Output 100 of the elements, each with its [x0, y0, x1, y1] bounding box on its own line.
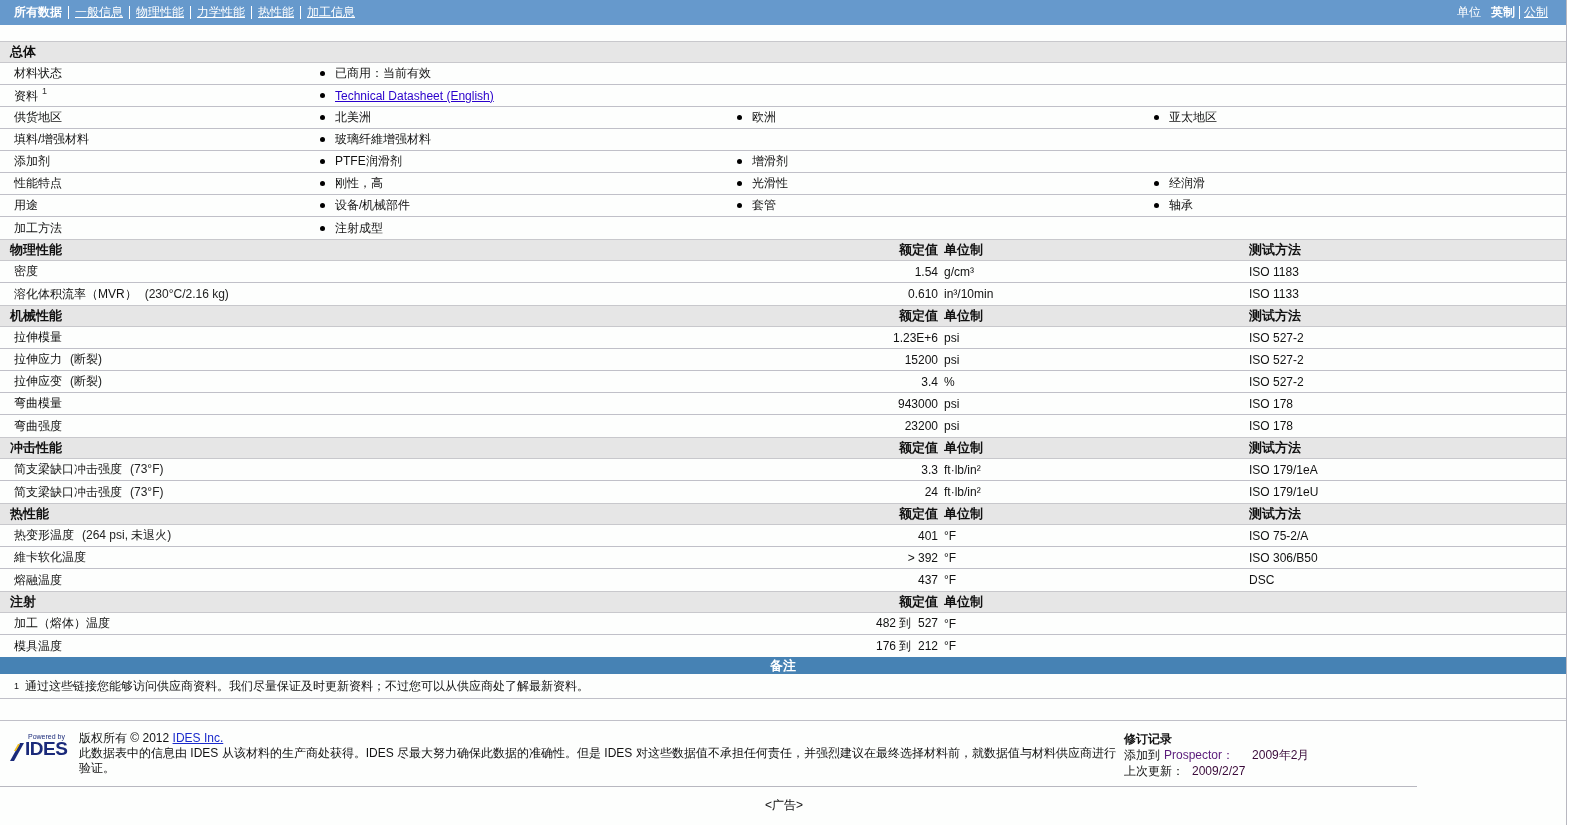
bullet-icon	[320, 159, 325, 164]
column-header: 单位制	[944, 440, 983, 455]
nav-tab[interactable]: 物理性能	[129, 6, 190, 19]
property-value: 轴承	[1169, 197, 1193, 214]
test-method: ISO 178	[1249, 419, 1294, 433]
property-value: 23200	[904, 419, 938, 433]
test-condition: (断裂)	[70, 352, 102, 366]
property-label: 拉伸应力	[14, 352, 62, 366]
nav-tab[interactable]: 加工信息	[300, 6, 361, 19]
property-label: 溶化体积流率（MVR）	[14, 286, 137, 301]
property-value: 亚太地区	[1169, 109, 1217, 126]
property-value: 欧洲	[752, 109, 776, 126]
column-header: 额定值	[899, 440, 938, 455]
property-value: 401	[917, 528, 938, 543]
unit-text: psi	[944, 352, 960, 367]
column-header: 测试方法	[1249, 506, 1301, 521]
property-value: 176 到 212	[875, 638, 938, 653]
unit-text: °F	[944, 573, 957, 587]
datasheet-link[interactable]: Technical Datasheet (English)	[335, 88, 494, 103]
nav-tab[interactable]: 所有数据	[14, 6, 68, 19]
revision-source: Prospector：	[1164, 748, 1235, 762]
property-label: 添加剂	[14, 154, 50, 168]
logo-text: IDES	[25, 739, 68, 759]
column-header: 单位制	[944, 506, 983, 521]
footnote-mark: 1	[42, 86, 47, 96]
property-value: 套管	[752, 197, 776, 214]
property-value: 943000	[897, 396, 938, 411]
test-method: DSC	[1249, 573, 1275, 587]
column-header: 额定值	[899, 506, 938, 521]
test-method: ISO 179/1eA	[1249, 462, 1318, 477]
property-value: PTFE润滑剂	[335, 153, 402, 170]
column-header: 测试方法	[1249, 308, 1301, 323]
unit-text: in³/10min	[944, 287, 994, 301]
copyright-label: 版权所有	[79, 731, 127, 745]
revision-title: 修订记录	[1124, 732, 1172, 746]
property-label: 填料/增强材料	[14, 132, 90, 146]
property-value: 注射成型	[335, 219, 383, 237]
bullet-icon	[320, 115, 325, 120]
test-method: ISO 75-2/A	[1249, 528, 1309, 543]
property-value: 光滑性	[752, 175, 788, 192]
test-method: ISO 306/B50	[1249, 550, 1318, 565]
bullet-icon	[737, 159, 742, 164]
unit-text: psi	[944, 419, 960, 433]
property-value: 经润滑	[1169, 175, 1205, 192]
column-header: 单位制	[944, 594, 983, 609]
unit-text: °F	[944, 550, 957, 565]
property-label: 简支梁缺口冲击强度	[14, 484, 122, 499]
property-value: 437	[917, 573, 938, 587]
revision-label: 添加到	[1124, 748, 1160, 762]
property-label: 简支梁缺口冲击强度	[14, 462, 122, 476]
test-condition: (断裂)	[70, 374, 102, 388]
bullet-icon	[320, 71, 325, 76]
company-link[interactable]: IDES Inc.	[172, 731, 224, 745]
section-title: 热性能	[10, 506, 49, 521]
section-title: 机械性能	[10, 308, 62, 323]
units-label: 单位	[1457, 4, 1481, 21]
bullet-icon	[1154, 181, 1159, 186]
property-value: 玻璃纤維增强材料	[335, 131, 431, 148]
unit-text: ft·lb/in²	[944, 485, 981, 499]
property-value: 设备/机械部件	[335, 197, 411, 214]
unit-text: g/cm³	[944, 264, 974, 279]
unit-text: psi	[944, 330, 960, 345]
test-method: ISO 1133	[1249, 287, 1299, 301]
ad-label: <广告>	[765, 798, 803, 812]
section-title: 总体	[10, 43, 37, 61]
property-label: 用途	[14, 198, 38, 212]
test-condition: (230°C/2.16 kg)	[144, 286, 229, 301]
property-value: 已商用：当前有效	[335, 65, 431, 82]
property-value: 增滑剂	[752, 153, 788, 170]
column-header: 额定值	[899, 308, 938, 323]
property-label: 維卡软化温度	[14, 550, 86, 564]
nav-tab[interactable]: 一般信息	[68, 6, 129, 19]
property-label: 密度	[14, 264, 38, 278]
section-title: 物理性能	[10, 242, 62, 257]
nav-tab[interactable]: 热性能	[251, 6, 300, 19]
test-method: ISO 178	[1249, 396, 1294, 411]
nav-tab[interactable]: 力学性能	[190, 6, 251, 19]
property-value: 0.610	[907, 287, 938, 301]
property-label: 供货地区	[14, 110, 62, 124]
property-label: 资料	[14, 89, 38, 103]
column-header: 测试方法	[1249, 242, 1301, 257]
copyright-year: © 2012	[130, 731, 170, 745]
property-value: 1.54	[914, 264, 938, 279]
bullet-icon	[320, 93, 325, 98]
test-condition: (73°F)	[130, 462, 164, 476]
property-label: 模具温度	[14, 638, 62, 653]
test-condition: (264 psi, 未退火)	[82, 528, 172, 542]
property-value: 3.4	[921, 374, 938, 389]
test-method: ISO 527-2	[1249, 352, 1304, 367]
property-value: 3.3	[921, 462, 938, 477]
unit-option[interactable]: 公制	[1519, 6, 1552, 19]
property-value: 北美洲	[335, 109, 371, 126]
bullet-icon	[320, 225, 325, 231]
property-label: 拉伸应变	[14, 374, 62, 388]
unit-option[interactable]: 英制	[1487, 6, 1519, 19]
unit-text: °F	[944, 639, 957, 653]
test-method: ISO 527-2	[1249, 374, 1304, 389]
property-label: 拉伸模量	[14, 330, 62, 344]
logo-swoosh-icon	[8, 741, 26, 761]
property-label: 加工方法	[14, 220, 62, 235]
